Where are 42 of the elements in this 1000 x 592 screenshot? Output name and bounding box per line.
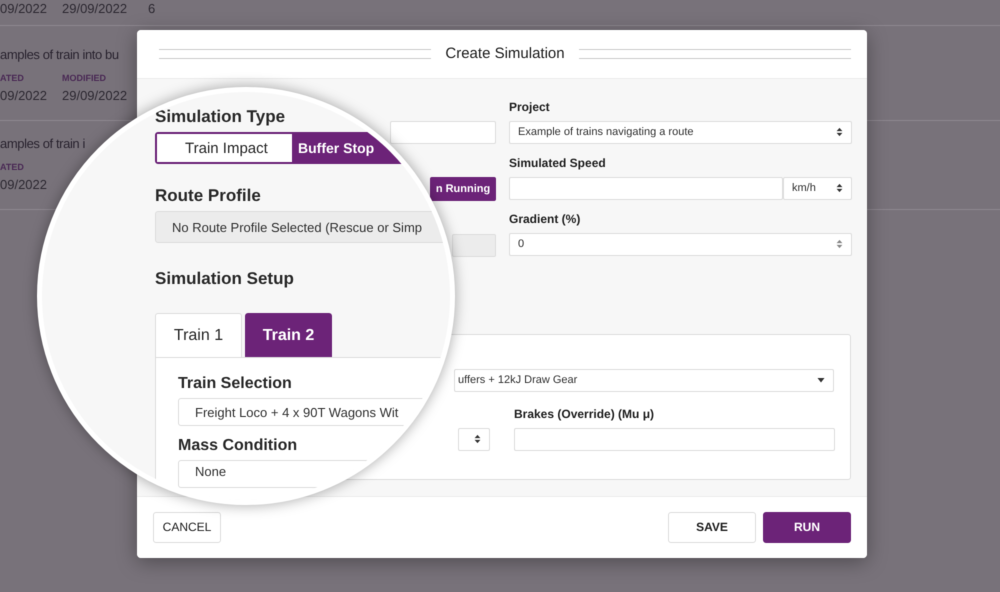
dialog-button[interactable]: SAVE <box>668 512 756 543</box>
item-title: amples of train into bu <box>0 46 119 64</box>
brakes-field[interactable] <box>514 428 835 451</box>
field-label: Gradient (%) <box>509 210 582 228</box>
item-value: 09/2022 <box>0 87 48 104</box>
item-title: amples of train i <box>0 135 85 153</box>
sort-caret-icon <box>836 239 843 250</box>
field-label: Project <box>509 98 551 116</box>
gradient-field[interactable]: 0 <box>509 232 852 256</box>
section-heading: Simulation Setup <box>155 269 294 289</box>
dialog-title: Create Simulation <box>445 45 565 62</box>
project-select[interactable]: Example of trains navigating a route <box>509 120 852 144</box>
item-value: 29/09/2022 <box>62 0 128 17</box>
column-label: MODIFIED <box>62 72 107 85</box>
sort-caret-icon <box>836 127 843 138</box>
sort-caret-icon <box>474 434 481 444</box>
dialog-button[interactable]: CANCEL <box>153 512 221 543</box>
section-heading: Route Profile <box>155 186 261 206</box>
column-label: ATED <box>0 72 25 85</box>
tab[interactable]: Train 1 <box>155 313 242 357</box>
field-label: Brakes (Override) (Mu μ) <box>514 406 656 423</box>
item-value: 29/09/2022 <box>62 87 128 104</box>
dialog-button[interactable]: RUN <box>763 512 851 543</box>
speed-field[interactable] <box>509 176 783 200</box>
item-value: 6 <box>148 0 156 17</box>
field-label: Mass Condition <box>178 436 298 456</box>
unit-select[interactable]: km/h <box>783 176 852 200</box>
tab[interactable]: Train 2 <box>245 313 332 357</box>
simulation-type-option[interactable]: n Running <box>430 176 496 201</box>
column-label: ATED <box>0 161 25 174</box>
caret-down-icon <box>817 377 825 384</box>
train-select[interactable]: uffers + 12kJ Draw Gear <box>454 368 834 392</box>
item-value: 09/2022 <box>0 176 48 193</box>
mass-select[interactable] <box>458 428 490 451</box>
field-label: Simulated Speed <box>509 154 607 172</box>
section-heading: Simulation Type <box>155 107 286 127</box>
name-field[interactable] <box>390 120 496 144</box>
segment-option[interactable]: Train Impact <box>157 134 292 162</box>
route-profile-field[interactable] <box>452 234 496 257</box>
item-value: 09/2022 <box>0 0 48 17</box>
field-label: Train Selection <box>178 374 292 394</box>
sort-caret-icon <box>836 183 843 194</box>
